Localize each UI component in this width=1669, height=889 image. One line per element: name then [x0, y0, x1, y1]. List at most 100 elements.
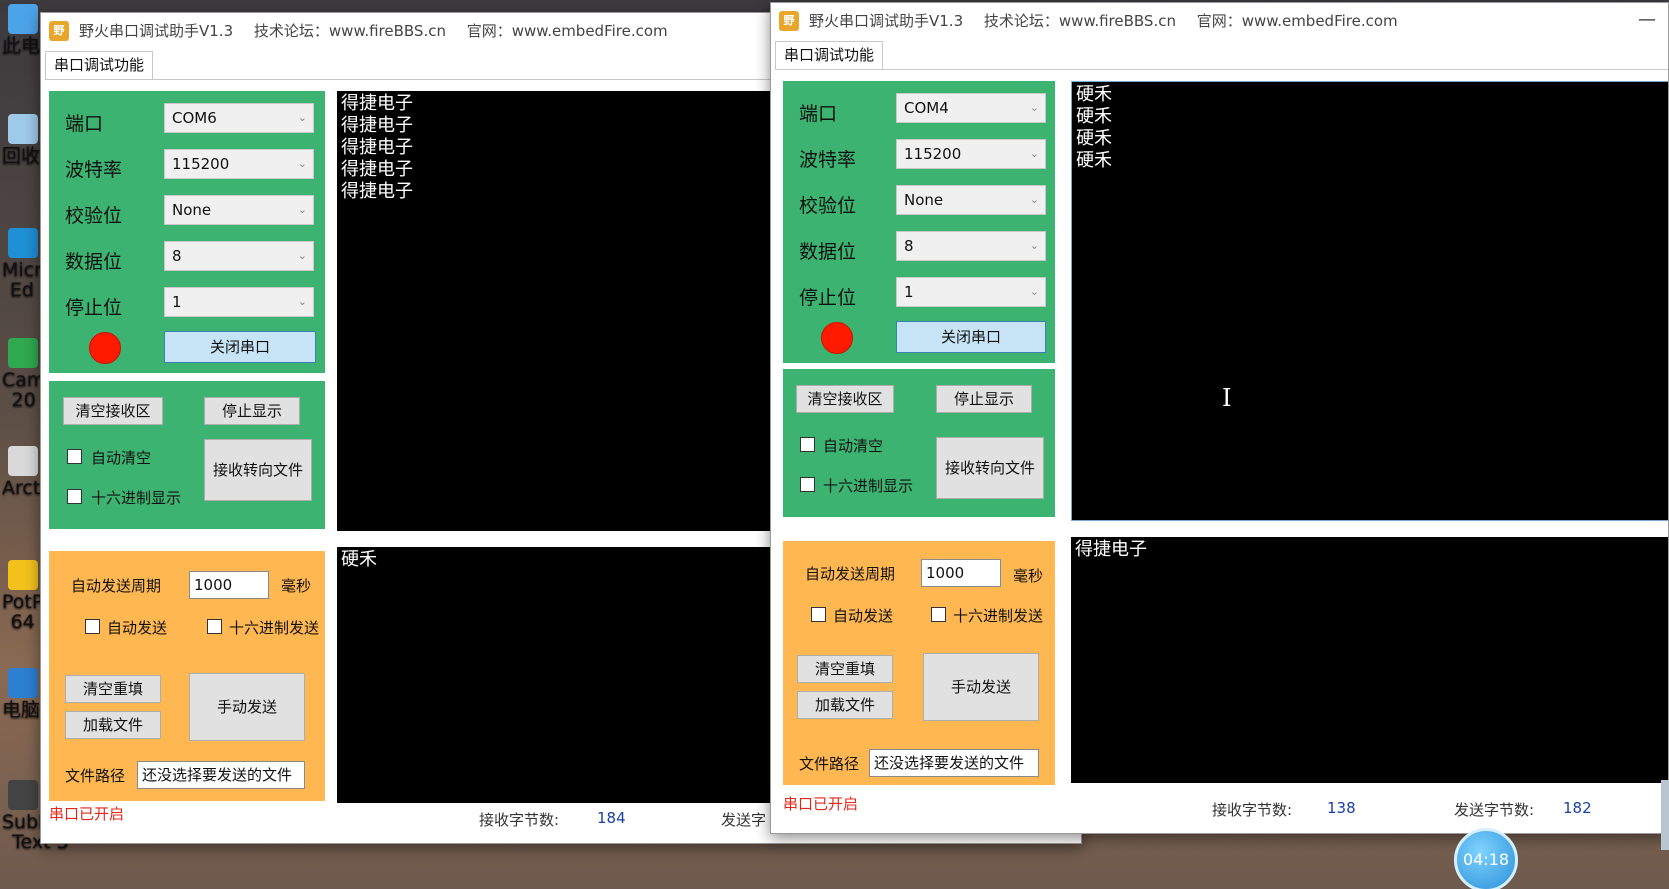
- manual-send-button[interactable]: 手动发送: [923, 653, 1039, 721]
- sublime-text-icon: [8, 780, 38, 810]
- minimize-button[interactable]: —: [1632, 7, 1662, 33]
- stopbits-label: 停止位: [65, 297, 123, 319]
- recording-timer[interactable]: 04:18: [1454, 828, 1518, 889]
- stop-display-button[interactable]: 停止显示: [204, 397, 300, 425]
- baud-select[interactable]: 115200 ⌄: [896, 139, 1046, 169]
- file-path-field[interactable]: 还没选择要发送的文件: [869, 749, 1039, 777]
- desktop-icon-column: 此电 回收 Micr Ed Cam 20 Arctin PotP 64 电脑 S…: [0, 0, 79, 889]
- receive-area[interactable]: 硬禾 硬禾 硬禾 硬禾: [1071, 81, 1668, 521]
- baud-label: 波特率: [799, 149, 857, 171]
- chevron-down-icon: ⌄: [297, 157, 307, 170]
- pc-manager-shortcut[interactable]: 电脑: [2, 668, 44, 720]
- serial-config-panel: 端口 COM6 ⌄ 波特率 115200 ⌄ 校验位 None ⌄ 数据位 8 ⌄ 停止…: [49, 91, 325, 373]
- serial-assistant-window-right[interactable]: 野 野火串口调试助手V1.3 技术论坛：www.fireBBS.cn 官网：ww…: [770, 2, 1669, 834]
- port-select[interactable]: COM6 ⌄: [164, 103, 314, 133]
- stop-display-button[interactable]: 停止显示: [936, 385, 1032, 413]
- camtasia-icon: [8, 338, 38, 368]
- ms-label: 毫秒: [1013, 567, 1044, 585]
- port-select[interactable]: COM4 ⌄: [896, 93, 1046, 123]
- rx-bytes-label: 接收字节数:: [1212, 801, 1293, 819]
- side-scroll-strip: [1661, 780, 1669, 850]
- arctime-shortcut[interactable]: Arctin: [2, 446, 58, 498]
- auto-clear-checkbox[interactable]: [67, 449, 82, 464]
- manual-send-button[interactable]: 手动发送: [189, 673, 305, 741]
- databits-select[interactable]: 8 ⌄: [896, 231, 1046, 261]
- fire-logo-icon: 野: [779, 11, 799, 31]
- receive-to-file-button[interactable]: 接收转向文件: [204, 439, 312, 501]
- chevron-down-icon: ⌄: [297, 203, 307, 216]
- send-text: 得捷电子: [1075, 539, 1147, 560]
- load-file-button[interactable]: 加载文件: [65, 711, 161, 739]
- load-file-button[interactable]: 加载文件: [797, 691, 893, 719]
- parity-label: 校验位: [65, 205, 123, 227]
- databits-select[interactable]: 8 ⌄: [164, 241, 314, 271]
- send-area[interactable]: 得捷电子: [1071, 537, 1668, 783]
- hex-send-checkbox[interactable]: [931, 607, 946, 622]
- chevron-down-icon: ⌄: [1029, 101, 1039, 114]
- serial-config-panel: 端口 COM4 ⌄ 波特率 115200 ⌄ 校验位 None ⌄ 数据位 8 ⌄ 停止…: [783, 81, 1055, 363]
- parity-value: None: [904, 191, 944, 209]
- file-path-field[interactable]: 还没选择要发送的文件: [137, 761, 305, 789]
- forum-link: 技术论坛：www.fireBBS.cn: [983, 12, 1176, 30]
- title-bar[interactable]: 野 野火串口调试助手V1.3 技术论坛：www.fireBBS.cn 官网：ww…: [771, 3, 1668, 39]
- chevron-down-icon: ⌄: [1029, 239, 1039, 252]
- file-path-label: 文件路径: [799, 755, 860, 773]
- parity-label: 校验位: [799, 195, 857, 217]
- databits-label: 数据位: [799, 241, 857, 263]
- hex-send-checkbox[interactable]: [207, 619, 222, 634]
- tx-bytes-label: 发送字节数:: [1454, 801, 1535, 819]
- send-panel: 自动发送周期 1000 毫秒 自动发送 十六进制发送 清空重填 加载文件 手动发…: [49, 551, 325, 801]
- clear-refill-button[interactable]: 清空重填: [797, 655, 893, 683]
- tab-serial-debug[interactable]: 串口调试功能: [775, 41, 884, 69]
- databits-value: 8: [172, 247, 182, 265]
- parity-select[interactable]: None ⌄: [164, 195, 314, 225]
- sublime-shortcut[interactable]: Sublime Text 3: [2, 780, 79, 852]
- parity-value: None: [172, 201, 212, 219]
- camtasia-shortcut[interactable]: Cam 20: [2, 338, 45, 410]
- tx-bytes-label: 发送字: [721, 811, 767, 829]
- close-port-button[interactable]: 关闭串口: [896, 321, 1046, 353]
- auto-send-period-label: 自动发送周期: [71, 577, 162, 595]
- port-status-led: [89, 332, 121, 364]
- port-value: COM6: [172, 109, 217, 127]
- port-value: COM4: [904, 99, 949, 117]
- receive-line: 硬禾: [1076, 106, 1112, 127]
- clear-refill-button[interactable]: 清空重填: [65, 675, 161, 703]
- parity-select[interactable]: None ⌄: [896, 185, 1046, 215]
- port-status-led: [821, 322, 853, 354]
- receive-options-panel: 清空接收区 停止显示 自动清空 十六进制显示 接收转向文件: [783, 369, 1055, 517]
- stopbits-value: 1: [172, 293, 182, 311]
- receive-options-panel: 清空接收区 停止显示 自动清空 十六进制显示 接收转向文件: [49, 381, 325, 529]
- stopbits-select[interactable]: 1 ⌄: [896, 277, 1046, 307]
- recycle-bin-shortcut[interactable]: 回收: [2, 114, 44, 166]
- tab-serial-debug[interactable]: 串口调试功能: [45, 51, 154, 79]
- window-title: 野火串口调试助手V1.3: [79, 22, 234, 40]
- auto-send-period-input[interactable]: 1000: [921, 559, 1001, 587]
- potplayer-shortcut[interactable]: PotP 64: [2, 560, 44, 632]
- baud-label: 波特率: [65, 159, 123, 181]
- auto-send-checkbox[interactable]: [811, 607, 826, 622]
- hex-display-checkbox[interactable]: [67, 489, 82, 504]
- tab-divider: [775, 69, 1668, 70]
- auto-clear-checkbox[interactable]: [800, 437, 815, 452]
- auto-send-checkbox[interactable]: [85, 619, 100, 634]
- close-port-button[interactable]: 关闭串口: [164, 331, 316, 363]
- stopbits-value: 1: [904, 283, 914, 301]
- stopbits-label: 停止位: [799, 287, 857, 309]
- baud-value: 115200: [172, 155, 230, 173]
- clear-receive-button[interactable]: 清空接收区: [796, 385, 894, 413]
- baud-select[interactable]: 115200 ⌄: [164, 149, 314, 179]
- edge-shortcut[interactable]: Micr Ed: [2, 228, 44, 300]
- port-label: 端口: [65, 113, 104, 135]
- databits-value: 8: [904, 237, 914, 255]
- auto-send-period-input[interactable]: 1000: [189, 571, 269, 599]
- website-link: 官网：www.embedFire.com: [466, 22, 668, 40]
- potplayer-icon: [8, 560, 38, 590]
- receive-to-file-button[interactable]: 接收转向文件: [936, 437, 1044, 499]
- hex-display-checkbox[interactable]: [800, 477, 815, 492]
- stopbits-select[interactable]: 1 ⌄: [164, 287, 314, 317]
- clear-receive-button[interactable]: 清空接收区: [63, 397, 163, 425]
- chevron-down-icon: ⌄: [297, 111, 307, 124]
- this-pc-shortcut[interactable]: 此电: [2, 4, 44, 56]
- window-title: 野火串口调试助手V1.3: [809, 12, 964, 30]
